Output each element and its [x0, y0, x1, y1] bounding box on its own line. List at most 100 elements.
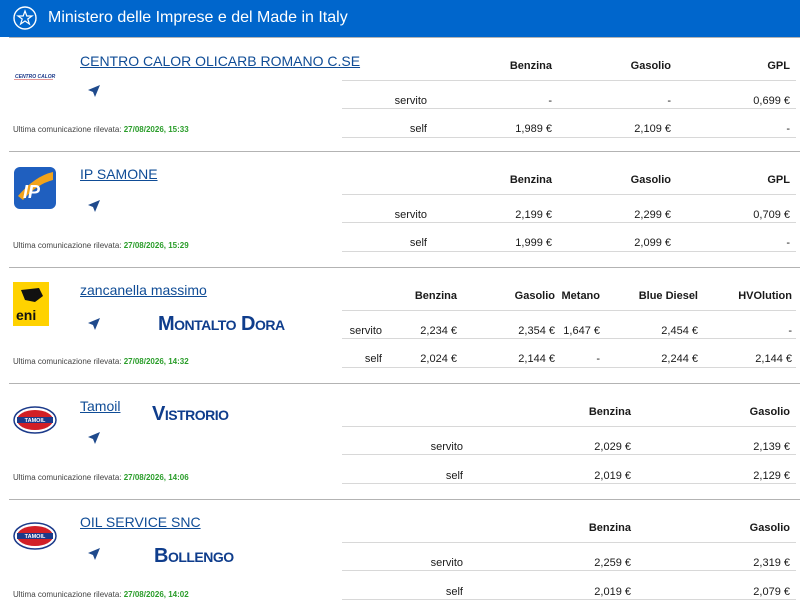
last-update: Ultima comunicazione rilevata: 27/08/202…: [13, 590, 189, 599]
price-cell: 2,244 €: [661, 353, 698, 365]
last-update-label: Ultima comunicazione rilevata:: [13, 125, 122, 134]
navigate-icon[interactable]: [86, 316, 102, 332]
service-mode-label: self: [364, 353, 382, 365]
navigate-icon[interactable]: [86, 430, 102, 446]
price-cell: 2,029 €: [594, 441, 631, 453]
fuel-header: HVOlution: [738, 290, 792, 302]
ip-logo: IP: [13, 166, 57, 215]
table-row-divider: [342, 137, 796, 138]
fuel-header: Gasolio: [749, 406, 790, 418]
last-update: Ultima comunicazione rilevata: 27/08/202…: [13, 473, 189, 482]
table-row-divider: [342, 542, 796, 543]
table-row-divider: [342, 310, 796, 311]
station-card: TAMOIL Tamoil Vistrorio Ultima comunicazion…: [0, 384, 800, 500]
city-name: Vistrorio: [152, 403, 229, 425]
fuel-header: Benzina: [588, 522, 631, 534]
navigate-icon[interactable]: [86, 546, 102, 562]
last-update: Ultima comunicazione rilevata: 27/08/202…: [13, 357, 189, 366]
service-mode-label: self: [409, 237, 427, 249]
service-mode-label: servito: [394, 95, 427, 107]
station-card: CENTRO CALOR CENTRO CALOR OLICARB ROMANO …: [0, 38, 800, 154]
last-update-label: Ultima comunicazione rilevata:: [13, 241, 122, 250]
fuel-header: Blue Diesel: [638, 290, 698, 302]
price-cell: -: [788, 325, 792, 337]
price-cell: 2,109 €: [634, 123, 671, 135]
price-cell: 2,099 €: [634, 237, 671, 249]
price-cell: 2,199 €: [515, 209, 552, 221]
last-update-timestamp: 27/08/2026, 15:33: [123, 125, 189, 134]
city-name: Bollengo: [154, 545, 234, 567]
price-cell: 2,144 €: [755, 353, 792, 365]
city-name: Montalto Dora: [158, 313, 285, 335]
last-update: Ultima comunicazione rilevata: 27/08/202…: [13, 241, 189, 250]
last-update-timestamp: 27/08/2026, 15:29: [123, 241, 189, 250]
price-cell: 2,129 €: [753, 470, 790, 482]
station-name-link[interactable]: zancanella massimo: [80, 282, 207, 298]
price-cell: -: [596, 353, 600, 365]
fuel-header: Gasolio: [514, 290, 555, 302]
last-update-timestamp: 27/08/2026, 14:02: [123, 590, 189, 599]
ministry-title[interactable]: Ministero delle Imprese e del Made in It…: [48, 9, 348, 27]
station-divider: [9, 37, 800, 38]
price-cell: -: [786, 237, 790, 249]
service-mode-label: self: [445, 470, 463, 482]
last-update-timestamp: 27/08/2026, 14:32: [123, 357, 189, 366]
price-cell: 2,024 €: [420, 353, 457, 365]
logo-text: TAMOIL: [25, 418, 46, 424]
table-row-divider: [342, 251, 796, 252]
price-cell: 2,299 €: [634, 209, 671, 221]
table-row-divider: [342, 483, 796, 484]
tamoil-logo: TAMOIL: [13, 406, 57, 439]
navigate-icon[interactable]: [86, 83, 102, 99]
price-cell: 2,019 €: [594, 586, 631, 598]
station-name-link[interactable]: CENTRO CALOR OLICARB ROMANO C.SE: [80, 53, 360, 69]
service-mode-label: servito: [430, 441, 463, 453]
station-name-link[interactable]: Tamoil: [80, 398, 120, 414]
tamoil-logo: TAMOIL: [13, 522, 57, 555]
logo-text: eni: [16, 307, 36, 323]
fuel-header: Metano: [561, 290, 601, 302]
price-cell: 2,354 €: [518, 325, 555, 337]
last-update: Ultima comunicazione rilevata: 27/08/202…: [13, 125, 189, 134]
eni-logo: eni: [13, 282, 49, 331]
service-mode-label: self: [409, 123, 427, 135]
logo-text: TAMOIL: [25, 534, 46, 540]
service-mode-label: servito: [430, 557, 463, 569]
price-cell: 2,079 €: [753, 586, 790, 598]
table-row-divider: [342, 80, 796, 81]
price-cell: 1,999 €: [515, 237, 552, 249]
navigate-icon[interactable]: [86, 198, 102, 214]
fuel-header: GPL: [767, 174, 790, 186]
logo-text: IP: [23, 182, 41, 202]
table-row-divider: [342, 367, 796, 368]
price-cell: 2,144 €: [518, 353, 555, 365]
service-mode-label: self: [445, 586, 463, 598]
top-bar: Ministero delle Imprese e del Made in It…: [0, 0, 800, 37]
price-cell: -: [667, 95, 671, 107]
station-name-link[interactable]: IP SAMONE: [80, 166, 158, 182]
fuel-header: Gasolio: [630, 174, 671, 186]
last-update-label: Ultima comunicazione rilevata:: [13, 473, 122, 482]
fuel-header: Benzina: [414, 290, 457, 302]
price-cell: 2,259 €: [594, 557, 631, 569]
station-card: TAMOIL OIL SERVICE SNC Bollengo Ultima comu…: [0, 500, 800, 616]
service-mode-label: servito: [349, 325, 382, 337]
table-row-divider: [342, 454, 796, 455]
price-cell: 0,699 €: [753, 95, 790, 107]
fuel-header: Gasolio: [630, 60, 671, 72]
fuel-header: Benzina: [588, 406, 631, 418]
station-card: IP IP SAMONE Ultima comunicazione rilevata…: [0, 152, 800, 268]
price-cell: 2,139 €: [753, 441, 790, 453]
price-cell: 1,989 €: [515, 123, 552, 135]
table-row-divider: [342, 599, 796, 600]
price-cell: 2,319 €: [753, 557, 790, 569]
station-card: eni zancanella massimo Montalto Dora Ultima…: [0, 268, 800, 384]
fuel-header: Benzina: [509, 60, 552, 72]
price-cell: 1,647 €: [563, 325, 600, 337]
fuel-header: GPL: [767, 60, 790, 72]
station-name-link[interactable]: OIL SERVICE SNC: [80, 514, 201, 530]
centro-calor-logo: CENTRO CALOR: [13, 68, 57, 86]
table-row-divider: [342, 338, 796, 339]
table-row-divider: [342, 426, 796, 427]
last-update-label: Ultima comunicazione rilevata:: [13, 590, 122, 599]
